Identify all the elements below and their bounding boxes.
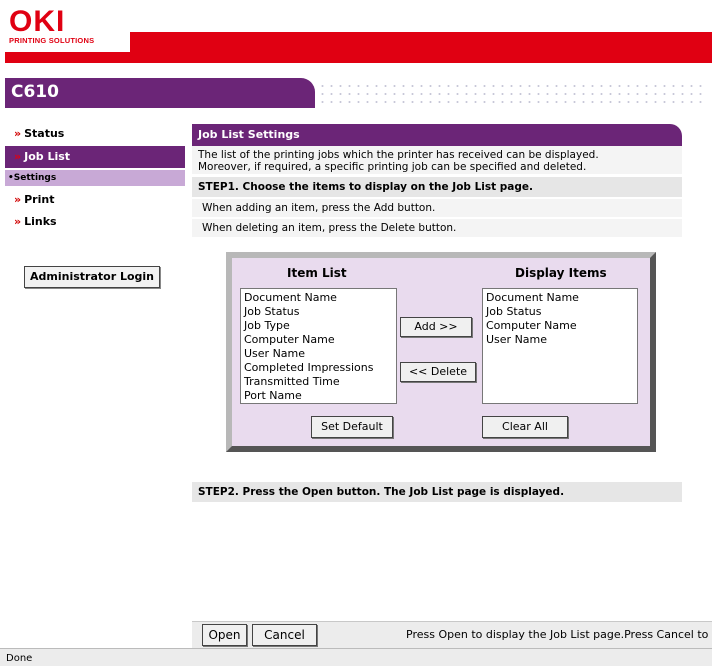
browser-status-bar: Done	[0, 648, 712, 666]
list-item[interactable]: Job Status	[486, 305, 634, 319]
list-item[interactable]: Document Name	[244, 291, 393, 305]
display-items-box[interactable]: Document Name Job Status Computer Name U…	[482, 288, 638, 404]
hint-delete: When deleting an item, press the Delete …	[192, 219, 682, 237]
chevron-right-icon: »	[14, 127, 22, 140]
display-items-title: Display Items	[515, 266, 607, 280]
clear-all-button[interactable]: Clear All	[482, 416, 568, 438]
sidebar-item-job-list[interactable]: » Job List	[5, 146, 185, 168]
sidebar-item-print[interactable]: » Print	[5, 190, 185, 210]
status-text: Done	[6, 653, 33, 664]
sidebar-item-label: Links	[24, 215, 57, 228]
sidebar-item-status[interactable]: » Status	[5, 124, 185, 144]
sidebar-item-label: Status	[24, 127, 65, 140]
list-item[interactable]: Document Name	[486, 291, 634, 305]
page-title: Job List Settings	[192, 124, 682, 146]
list-item[interactable]: Computer Name	[486, 319, 634, 333]
open-button[interactable]: Open	[202, 624, 247, 646]
item-list-box[interactable]: Document Name Job Status Job Type Comput…	[240, 288, 397, 404]
footer-bar: Open Cancel Press Open to display the Jo…	[192, 621, 712, 649]
header-red-bar-left	[5, 52, 135, 63]
delete-button[interactable]: << Delete	[400, 362, 476, 382]
sidebar-subitem-settings[interactable]: •Settings	[5, 170, 185, 186]
list-item[interactable]: Completed Impressions	[244, 361, 393, 375]
header-red-bar	[130, 32, 712, 63]
set-default-button[interactable]: Set Default	[311, 416, 393, 438]
add-button[interactable]: Add >>	[400, 317, 472, 337]
list-item[interactable]: User Name	[244, 347, 393, 361]
sidebar-item-links[interactable]: » Links	[5, 212, 185, 232]
sidebar: » Status » Job List •Settings » Print » Link…	[5, 124, 185, 234]
model-bar: C610	[5, 78, 315, 108]
step2-heading: STEP2. Press the Open button. The Job Li…	[192, 482, 682, 502]
page-description: The list of the printing jobs which the …	[192, 146, 682, 174]
logo-tagline: PRINTING SOLUTIONS	[9, 36, 95, 45]
administrator-login-button[interactable]: Administrator Login	[24, 266, 160, 288]
dotted-decoration	[318, 82, 708, 108]
sidebar-item-label: Print	[24, 193, 55, 206]
oki-logo: OKI PRINTING SOLUTIONS	[9, 5, 129, 46]
footer-message: Press Open to display the Job List page.…	[406, 628, 709, 641]
cancel-button[interactable]: Cancel	[252, 624, 317, 646]
item-list-title: Item List	[287, 266, 347, 280]
chevron-right-icon: »	[14, 215, 22, 228]
list-item[interactable]: Port Name	[244, 389, 393, 403]
sidebar-item-label: Job List	[24, 150, 71, 163]
step1-heading: STEP1. Choose the items to display on th…	[192, 177, 682, 197]
chevron-right-icon: »	[14, 150, 22, 163]
logo-brand: OKI	[9, 5, 66, 38]
item-selection-panel: Item List Display Items Document Name Jo…	[226, 252, 656, 452]
main-content: Job List Settings The list of the printi…	[192, 124, 682, 237]
list-item[interactable]: Job Type	[244, 319, 393, 333]
description-line-1: The list of the printing jobs which the …	[198, 149, 599, 161]
list-item[interactable]: Job Status	[244, 305, 393, 319]
list-item[interactable]: User Name	[486, 333, 634, 347]
hint-add: When adding an item, press the Add butto…	[192, 199, 682, 217]
list-item[interactable]: Computer Name	[244, 333, 393, 347]
description-line-2: Moreover, if required, a specific printi…	[198, 161, 587, 173]
model-name: C610	[11, 82, 59, 102]
list-item[interactable]: Transmitted Time	[244, 375, 393, 389]
chevron-right-icon: »	[14, 193, 22, 206]
